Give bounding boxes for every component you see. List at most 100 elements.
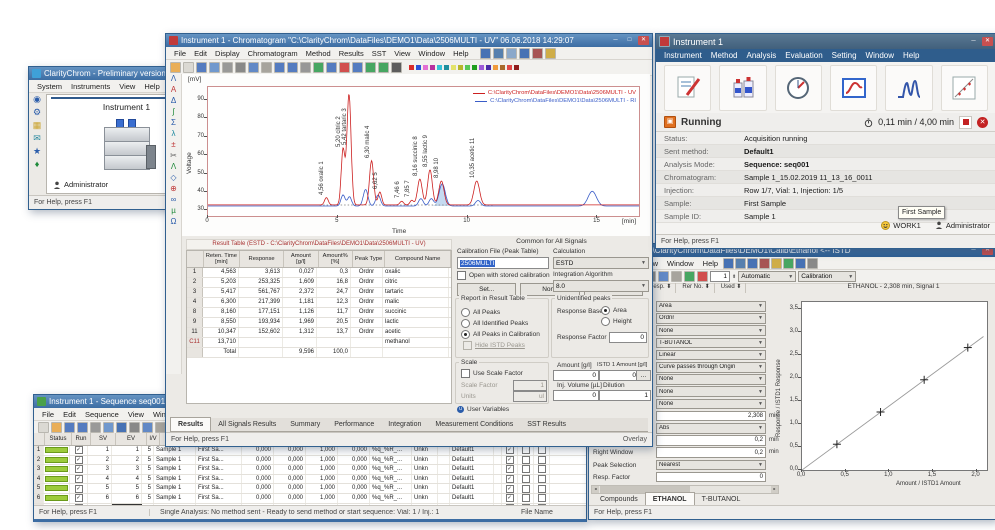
menu-item-view[interactable]: View (124, 410, 148, 419)
cal-menu-icon-3[interactable] (759, 258, 770, 269)
checkbox-icon[interactable] (463, 341, 472, 350)
sequence-row[interactable]: 5✓555Sample 1First Sa...0,0000,0001,0000… (34, 484, 586, 494)
chrom-tool-icon-5[interactable] (235, 62, 246, 73)
option-cell[interactable]: ✓ (502, 456, 518, 465)
cal-menu-icon-1[interactable] (735, 258, 746, 269)
checkbox-icon[interactable] (461, 369, 470, 378)
mobile-phase-bottles-icon[interactable] (719, 65, 766, 111)
option-cell[interactable] (518, 484, 534, 493)
run-cell[interactable]: ✓ (70, 446, 88, 455)
cal-menu-icon-7[interactable] (807, 258, 818, 269)
chrom-menu-icon-2[interactable] (506, 48, 517, 59)
menu-item-edit[interactable]: Edit (59, 410, 80, 419)
report-option-all-identified-peaks[interactable]: All Identified Peaks (461, 319, 528, 328)
chrom-tool-icon-9[interactable] (287, 62, 298, 73)
checkbox-icon[interactable] (538, 485, 546, 493)
infinity-tool-icon[interactable]: ∞ (171, 195, 177, 205)
chrom-menu-icon-3[interactable] (519, 48, 530, 59)
star-icon[interactable]: ★ (33, 147, 41, 156)
chrom-tool-icon-10[interactable] (300, 62, 311, 73)
checkbox-checked-icon[interactable]: ✓ (75, 465, 83, 473)
add-peak-tool-icon[interactable]: ⊕ (170, 184, 177, 194)
checkbox-icon[interactable] (457, 271, 466, 280)
lambda-tool-icon[interactable]: λ (172, 129, 176, 139)
menu-item-view[interactable]: View (390, 49, 414, 58)
response-base-option-height[interactable]: Height (601, 317, 632, 326)
field-select-4[interactable]: Linear▼ (656, 350, 766, 361)
seq-tool-icon-7[interactable] (129, 422, 140, 433)
cal-menu-icon-6[interactable] (795, 258, 806, 269)
omega-tool-icon[interactable]: Ω (171, 217, 177, 227)
inj-volume-input[interactable]: 0 (553, 390, 599, 401)
tab-all-signals-results[interactable]: All Signals Results (211, 418, 283, 431)
chromatogram-peaks-icon[interactable] (885, 65, 932, 111)
option-cell[interactable] (518, 456, 534, 465)
cal-tool-icon-5[interactable] (658, 271, 669, 282)
tab-ethanol[interactable]: ETHANOL (645, 492, 695, 506)
checkbox-icon[interactable] (538, 446, 546, 454)
field-select-3[interactable]: T-BUTANOL▼ (656, 338, 766, 349)
option-cell[interactable] (518, 465, 534, 474)
seq-tool-icon-5[interactable] (103, 422, 114, 433)
data-acquisition-icon[interactable] (830, 65, 877, 111)
radio-icon[interactable] (601, 306, 610, 315)
peak-tool-icon[interactable]: Δ (171, 96, 176, 106)
result-table-row[interactable]: Total9,596100,0 (187, 348, 451, 358)
result-table-row[interactable]: 14,5633,6130,0270,3Ordnroxalic (187, 268, 451, 278)
menu-item-analysis[interactable]: Analysis (742, 51, 780, 60)
chrom-tool-icon-3[interactable] (209, 62, 220, 73)
option-cell[interactable] (518, 446, 534, 455)
menu-item-sequence[interactable]: Sequence (81, 410, 123, 419)
checkbox-icon[interactable] (522, 456, 530, 464)
tab-summary[interactable]: Summary (283, 418, 327, 431)
menu-item-instruments[interactable]: Instruments (67, 82, 114, 91)
checkbox-icon[interactable] (538, 465, 546, 473)
compound-number-spinner[interactable]: 1 (710, 271, 730, 282)
amount-input[interactable]: 0 (553, 370, 599, 381)
integrate-tool-icon[interactable]: ∫ (172, 107, 174, 117)
calibration-file-input[interactable]: 2506MULTI (457, 257, 549, 269)
palette-color-6[interactable] (451, 65, 456, 70)
titlebar[interactable]: Instrument 1 ─ ✕ (656, 34, 995, 49)
checkbox-checked-icon[interactable]: ✓ (506, 494, 514, 502)
palette-color-9[interactable] (472, 65, 477, 70)
response-factor-input[interactable]: 0 (609, 332, 647, 343)
seq-tool-icon-1[interactable] (51, 422, 62, 433)
workstation-badge[interactable]: WORK1 (881, 221, 921, 230)
chrom-tool-icon-6[interactable] (248, 62, 259, 73)
tab-sst-results[interactable]: SST Results (520, 418, 573, 431)
mail-icon[interactable]: ✉ (33, 134, 41, 143)
checkbox-checked-icon[interactable]: ✓ (75, 446, 83, 454)
result-table-row[interactable]: 46,300217,3991,18112,3Ordnrmalic (187, 298, 451, 308)
chrom-tool-icon-4[interactable] (222, 62, 233, 73)
maximize-button[interactable]: □ (624, 36, 635, 45)
scale-factor-input[interactable]: 1 (513, 380, 547, 391)
option-cell[interactable] (534, 494, 550, 503)
run-cell[interactable]: ✓ (70, 475, 88, 484)
result-table-row[interactable]: 88,160177,1511,12611,7Ordnrsuccinic (187, 308, 451, 318)
field-select-1[interactable]: Ordnr▼ (656, 313, 766, 324)
option-cell[interactable] (534, 456, 550, 465)
valley-tool-icon[interactable]: Λ (171, 162, 176, 172)
result-table-row[interactable]: 98,550193,9341,96920,5Ordnrlactic (187, 318, 451, 328)
checkbox-checked-icon[interactable]: ✓ (506, 475, 514, 483)
field-select-2[interactable]: None▼ (656, 325, 766, 336)
user-badge[interactable]: Administrator (935, 221, 990, 230)
palette-color-0[interactable] (409, 65, 414, 70)
tab-integration[interactable]: Integration (381, 418, 428, 431)
tab-performance[interactable]: Performance (327, 418, 381, 431)
spinner-arrows-icon[interactable]: ⬍ (732, 274, 736, 280)
palette-color-8[interactable] (465, 65, 470, 70)
field-select-8[interactable]: None▼ (656, 399, 766, 410)
option-cell[interactable] (518, 494, 534, 503)
user-icon[interactable]: ◉ (33, 95, 41, 104)
option-cell[interactable]: ✓ (502, 465, 518, 474)
palette-color-13[interactable] (500, 65, 505, 70)
field-input-14[interactable]: 0 (656, 472, 766, 483)
chrom-menu-icon-5[interactable] (545, 48, 556, 59)
radio-icon[interactable] (461, 330, 470, 339)
device-monitor-gauge-icon[interactable] (775, 65, 822, 111)
checkbox-icon[interactable] (522, 494, 530, 502)
result-table-row[interactable]: C1113,710methanol (187, 338, 451, 348)
palette-color-5[interactable] (444, 65, 449, 70)
